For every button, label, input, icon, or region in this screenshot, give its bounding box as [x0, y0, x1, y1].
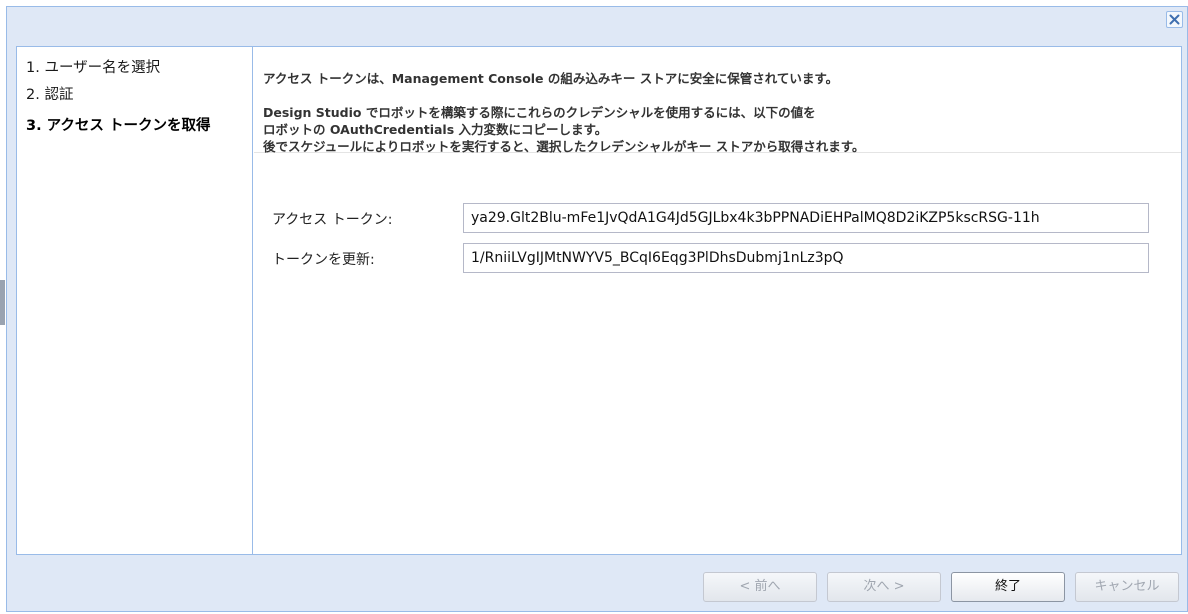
- info-line-4: 後でスケジュールによりロボットを実行すると、選択したクレデンシャルがキー ストア…: [263, 139, 865, 154]
- wizard-body: 1. ユーザー名を選択 2. 認証 3. アクセス トークンを取得 アクセス ト…: [16, 46, 1182, 555]
- cancel-button[interactable]: キャンセル: [1075, 572, 1179, 602]
- refresh-token-field[interactable]: 1/RniiLVgIJMtNWYV5_BCqI6Eqg3PlDhsDubmj1n…: [463, 243, 1149, 273]
- access-token-field[interactable]: ya29.Glt2Blu-mFe1JvQdA1G4Jd5GJLbx4k3bPPN…: [463, 203, 1149, 233]
- close-icon: [1169, 14, 1180, 25]
- refresh-token-label: トークンを更新:: [272, 252, 375, 268]
- close-button[interactable]: [1166, 11, 1183, 28]
- oauth-wizard-dialog: 1. ユーザー名を選択 2. 認証 3. アクセス トークンを取得 アクセス ト…: [6, 6, 1188, 612]
- next-button[interactable]: 次へ >: [827, 572, 941, 602]
- step-2-authentication: 2. 認証: [26, 87, 74, 103]
- step-3-get-access-token: 3. アクセス トークンを取得: [26, 118, 211, 134]
- info-line-1: アクセス トークンは、Management Console の組み込みキー スト…: [263, 71, 839, 86]
- step-list: 1. ユーザー名を選択 2. 認証 3. アクセス トークンを取得: [17, 47, 253, 554]
- finish-button[interactable]: 終了: [951, 572, 1065, 602]
- info-line-2: Design Studio でロボットを構築する際にこれらのクレデンシャルを使用…: [263, 105, 816, 120]
- info-line-3: ロボットの OAuthCredentials 入力変数にコピーします。: [263, 122, 608, 137]
- info-text: アクセス トークンは、Management Console の組み込みキー スト…: [254, 47, 1181, 154]
- access-token-label: アクセス トークン:: [272, 212, 393, 228]
- background-window-edge: [0, 280, 5, 325]
- step-1-select-username: 1. ユーザー名を選択: [26, 60, 161, 76]
- prev-button[interactable]: < 前へ: [703, 572, 817, 602]
- step-content: アクセス トークンは、Management Console の組み込みキー スト…: [254, 47, 1181, 554]
